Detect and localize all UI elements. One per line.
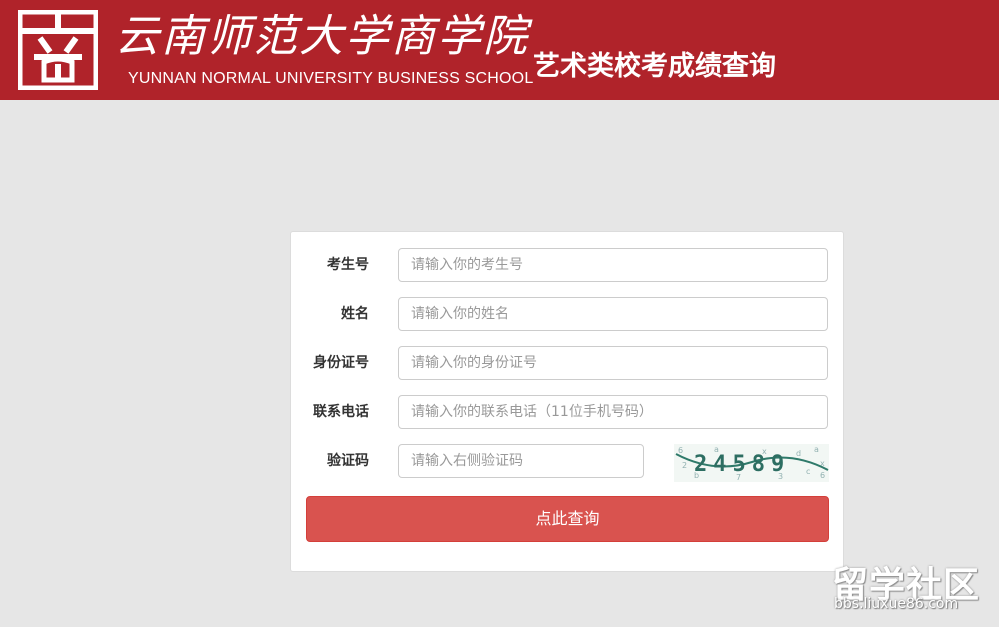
form-row-name: 姓名 [291, 297, 845, 331]
svg-text:6: 6 [678, 446, 683, 455]
captcha-text: 24589 [694, 452, 790, 477]
school-name-en: YUNNAN NORMAL UNIVERSITY BUSINESS SCHOOL [128, 70, 534, 87]
svg-text:6: 6 [820, 471, 825, 480]
name-label: 姓名 [341, 306, 369, 322]
watermark-url: bbs.liuxue86.com [834, 596, 959, 612]
page-title: 艺术类校考成绩查询 [533, 51, 776, 82]
svg-text:2: 2 [682, 461, 687, 470]
query-submit-button[interactable]: 点此查询 [306, 496, 829, 542]
svg-text:c: c [806, 467, 810, 476]
school-name-cn: 云南师范大学商学院 [115, 11, 529, 62]
form-row-id-number: 身份证号 [291, 346, 845, 380]
captcha-input[interactable] [398, 444, 644, 478]
id-number-input[interactable] [398, 346, 828, 380]
school-logo-icon [18, 10, 98, 90]
phone-label: 联系电话 [313, 404, 369, 420]
form-row-captcha: 验证码 6ba 7x3 dax 62c 24589 [291, 444, 845, 482]
name-input[interactable] [398, 297, 828, 331]
captcha-label: 验证码 [327, 453, 369, 469]
phone-input[interactable] [398, 395, 828, 429]
svg-text:d: d [796, 449, 801, 458]
form-row-exam-number: 考生号 [291, 248, 845, 282]
query-form-panel: 考生号 姓名 身份证号 联系电话 验证码 6ba 7x3 dax 62c 245… [290, 231, 844, 572]
exam-number-label: 考生号 [327, 257, 369, 273]
form-row-phone: 联系电话 [291, 395, 845, 429]
svg-text:a: a [814, 445, 819, 454]
watermark: 留学社区 bbs.liuxue86.com [832, 556, 997, 624]
id-number-label: 身份证号 [313, 355, 369, 371]
exam-number-input[interactable] [398, 248, 828, 282]
captcha-image[interactable]: 6ba 7x3 d ax 62c 24589 [674, 444, 829, 482]
site-header: 云南师范大学商学院 YUNNAN NORMAL UNIVERSITY BUSIN… [0, 0, 999, 100]
